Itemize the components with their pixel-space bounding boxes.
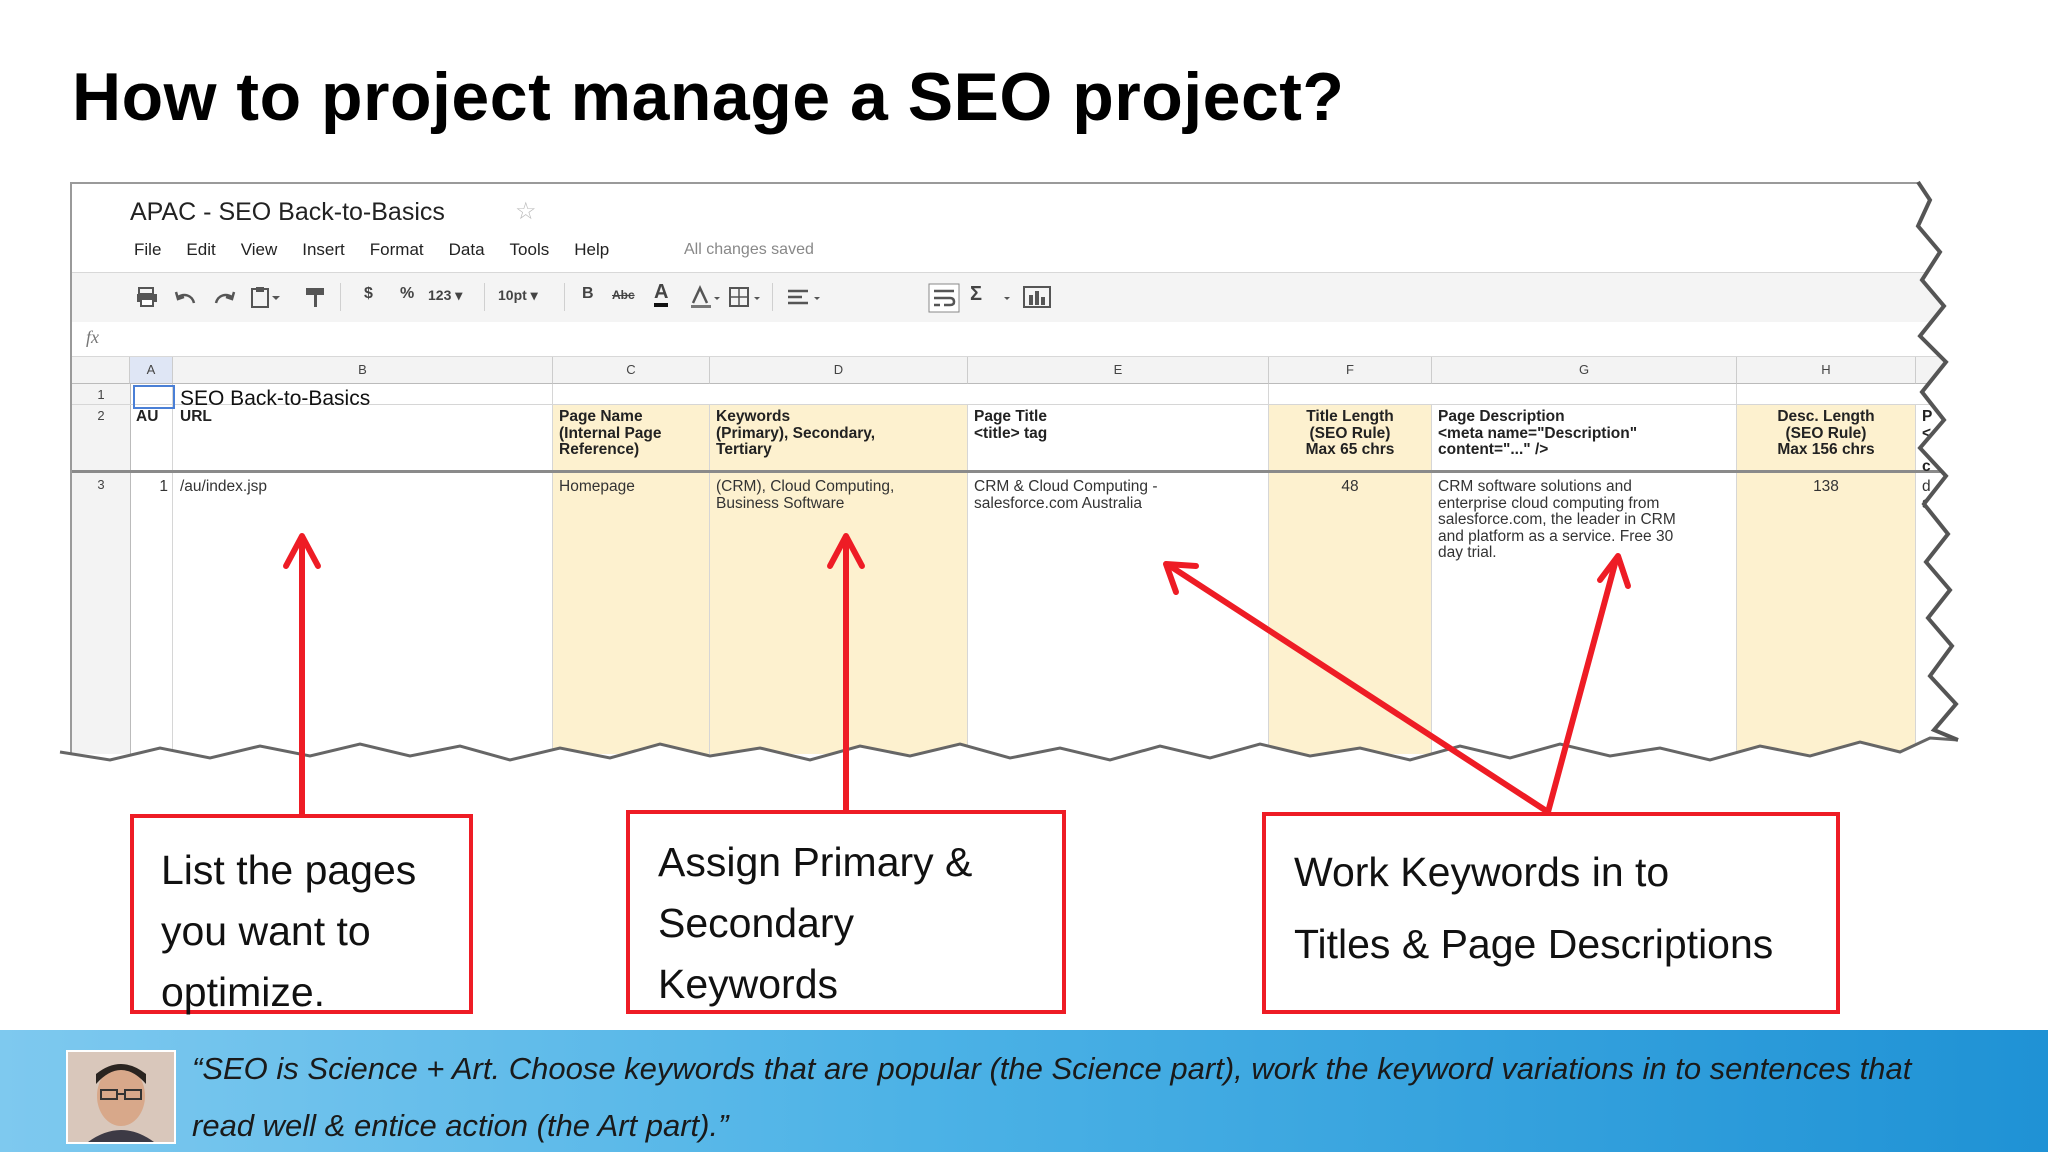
- quote-band: “SEO is Science + Art. Choose keywords t…: [0, 1030, 2048, 1152]
- column-header-h[interactable]: H: [1737, 357, 1916, 384]
- selected-cell[interactable]: [133, 385, 175, 409]
- menu-help[interactable]: Help: [574, 240, 609, 260]
- font-size-dropdown[interactable]: 10pt ▾: [498, 287, 538, 304]
- column-header-b[interactable]: B: [173, 357, 553, 384]
- print-icon[interactable]: [136, 287, 158, 307]
- cell-page-description[interactable]: CRM software solutions and enterprise clo…: [1438, 478, 1676, 562]
- header-url[interactable]: URL: [180, 408, 212, 426]
- menu-data[interactable]: Data: [449, 240, 485, 260]
- header-partial-column[interactable]: P < nar c: [1922, 408, 1946, 475]
- row-number-3[interactable]: 3: [72, 477, 130, 492]
- header-keywords[interactable]: Keywords (Primary), Secondary, Tertiary: [716, 408, 875, 459]
- column-header-g[interactable]: G: [1432, 357, 1737, 384]
- toolbar: $ % 123 ▾ 10pt ▾ B Abc A Σ: [72, 272, 1962, 324]
- text-color-button[interactable]: A: [654, 281, 669, 307]
- callout-work-keywords: Work Keywords in to Titles & Page Descri…: [1262, 812, 1840, 1014]
- borders-icon[interactable]: [728, 285, 762, 309]
- star-icon[interactable]: ☆: [515, 197, 537, 226]
- callout-list-pages: List the pages you want to optimize.: [130, 814, 473, 1015]
- paste-icon[interactable]: [250, 286, 280, 308]
- number-format-dropdown[interactable]: 123 ▾: [428, 287, 462, 304]
- menu-format[interactable]: Format: [370, 240, 424, 260]
- strikethrough-button[interactable]: Abc: [612, 288, 635, 302]
- formula-bar[interactable]: fx: [72, 322, 1962, 357]
- callout-assign-keywords: Assign Primary & Secondary Keywords: [626, 810, 1066, 1014]
- align-icon[interactable]: [786, 287, 826, 309]
- bold-button[interactable]: B: [582, 285, 594, 303]
- header-page-name[interactable]: Page Name (Internal Page Reference): [559, 408, 662, 459]
- cell-page-name[interactable]: Homepage: [559, 478, 635, 496]
- cell-desc-length[interactable]: 138: [1737, 478, 1915, 496]
- column-header-f[interactable]: F: [1269, 357, 1432, 384]
- cell-title-length[interactable]: 48: [1269, 478, 1431, 496]
- menu-edit[interactable]: Edit: [186, 240, 215, 260]
- person-icon: [68, 1052, 174, 1142]
- author-avatar: [66, 1050, 176, 1144]
- column-a: [130, 384, 173, 754]
- header-page-title[interactable]: Page Title <title> tag: [974, 408, 1047, 442]
- row-number-2[interactable]: 2: [72, 408, 130, 423]
- header-page-description[interactable]: Page Description <meta name="Description"…: [1438, 408, 1637, 459]
- cell-keywords[interactable]: (CRM), Cloud Computing, Business Software: [716, 478, 894, 512]
- header-au[interactable]: AU: [136, 408, 158, 426]
- column-b: [173, 384, 553, 754]
- header-title-length[interactable]: Title Length (SEO Rule) Max 65 chrs: [1269, 408, 1431, 459]
- chart-icon[interactable]: [1002, 285, 1056, 309]
- undo-icon[interactable]: [174, 289, 198, 305]
- menu-file[interactable]: File: [134, 240, 161, 260]
- document-title[interactable]: APAC - SEO Back-to-Basics: [130, 198, 445, 227]
- wrap-text-icon[interactable]: [928, 283, 960, 313]
- cell-url[interactable]: /au/index.jsp: [180, 478, 267, 496]
- cell-au[interactable]: 1: [130, 478, 168, 496]
- percent-button[interactable]: %: [400, 285, 414, 303]
- fx-icon: fx: [86, 327, 99, 347]
- row-number-1[interactable]: 1: [72, 387, 130, 402]
- menu-bar: File Edit View Insert Format Data Tools …: [134, 240, 634, 260]
- column-header-d[interactable]: D: [710, 357, 968, 384]
- spreadsheet-screenshot: APAC - SEO Back-to-Basics ☆ File Edit Vi…: [70, 182, 1962, 754]
- sheet-grid: A B C D E F G H 1 2 3 SEO Back-to-Basics…: [72, 357, 1962, 754]
- column-header-i[interactable]: [1916, 357, 1962, 384]
- sum-button[interactable]: Σ: [970, 283, 982, 306]
- menu-view[interactable]: View: [241, 240, 278, 260]
- cell-partial-column[interactable]: d so: [1922, 478, 1938, 512]
- frozen-row-divider: [72, 470, 1962, 473]
- menu-tools[interactable]: Tools: [510, 240, 550, 260]
- slide-title: How to project manage a SEO project?: [72, 59, 1345, 135]
- row-header-column: [72, 384, 131, 754]
- corner-cell[interactable]: [72, 357, 130, 384]
- redo-icon[interactable]: [212, 289, 236, 305]
- paint-format-icon[interactable]: [304, 286, 328, 308]
- menu-insert[interactable]: Insert: [302, 240, 345, 260]
- column-header-a[interactable]: A: [130, 357, 173, 384]
- quote-text: “SEO is Science + Art. Choose keywords t…: [192, 1051, 1912, 1143]
- cell-page-title[interactable]: CRM & Cloud Computing - salesforce.com Au…: [974, 478, 1157, 512]
- column-header-c[interactable]: C: [553, 357, 710, 384]
- currency-button[interactable]: $: [364, 285, 373, 303]
- column-header-e[interactable]: E: [968, 357, 1269, 384]
- header-desc-length[interactable]: Desc. Length (SEO Rule) Max 156 chrs: [1737, 408, 1915, 459]
- fill-color-icon[interactable]: [690, 285, 720, 309]
- save-status: All changes saved: [684, 241, 814, 258]
